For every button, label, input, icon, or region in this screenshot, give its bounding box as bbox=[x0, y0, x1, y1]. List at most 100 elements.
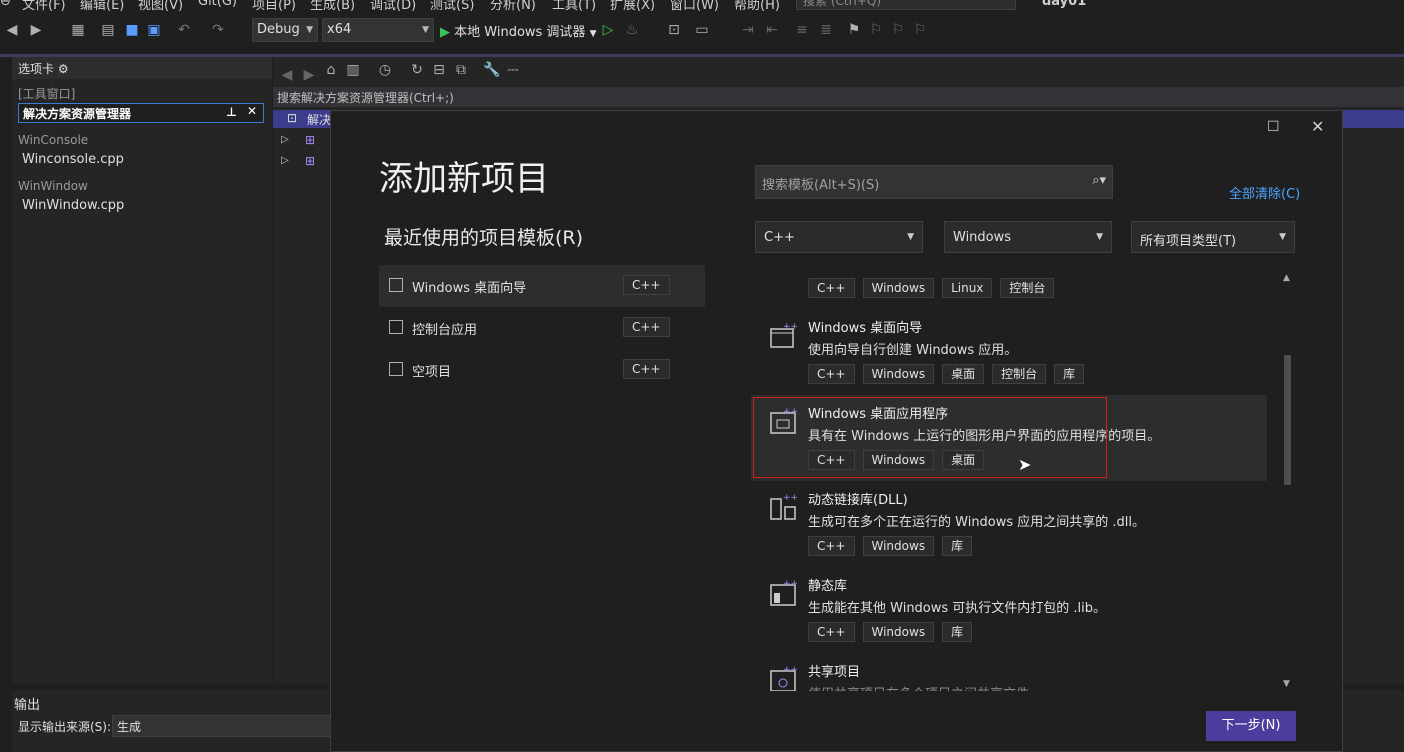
static-lib-icon: ++ bbox=[770, 579, 797, 606]
main-toolbar: ◀ ▶ ▦ ▤ ■ ▣ ↶ ↷ Debug ▼ x64 ▼ ▶ 本地 Windows… bbox=[0, 12, 1404, 54]
maximize-icon[interactable]: ☐ bbox=[1267, 119, 1280, 135]
uncomment-icon[interactable]: ≣ bbox=[818, 22, 834, 38]
menu-help[interactable]: 帮助(H) bbox=[734, 0, 780, 12]
template-static-lib[interactable]: ++ 静态库 生成能在其他 Windows 可执行文件内打包的 .lib。 C+… bbox=[751, 567, 1267, 653]
new-project-icon[interactable]: ▦ bbox=[70, 22, 86, 38]
tag: 桌面 bbox=[942, 364, 985, 384]
tag: Linux bbox=[942, 278, 993, 298]
chevron-down-icon: ▼ bbox=[422, 25, 429, 35]
next-bookmark-icon[interactable]: ⚐ bbox=[890, 22, 906, 38]
tool-window-group-label: [工具窗口] bbox=[18, 87, 76, 101]
scroll-up-icon[interactable]: ▲ bbox=[1283, 273, 1290, 283]
expand-arrow-icon[interactable]: ▷ bbox=[281, 155, 289, 166]
comment-icon[interactable]: ≡ bbox=[794, 22, 810, 38]
platform-select[interactable]: x64 ▼ bbox=[322, 18, 434, 42]
step-icon[interactable]: ⇥ bbox=[740, 22, 756, 38]
project-icon[interactable]: ⊞ bbox=[305, 133, 315, 147]
refresh-icon[interactable]: ↻ bbox=[409, 62, 425, 78]
menu-view[interactable]: 视图(V) bbox=[138, 0, 183, 12]
solution-explorer-search-input[interactable]: 搜索解决方案资源管理器(Ctrl+;) bbox=[273, 87, 1404, 107]
console-app-icon bbox=[389, 320, 403, 334]
menu-analyze[interactable]: 分析(N) bbox=[490, 0, 536, 12]
svg-text:++: ++ bbox=[783, 322, 797, 332]
save-all-icon[interactable]: ▣ bbox=[146, 22, 162, 38]
dialog-title: 添加新项目 bbox=[379, 159, 549, 199]
bookmark-icon[interactable]: ⚑ bbox=[846, 22, 862, 38]
language-tag: C++ bbox=[623, 359, 670, 379]
tab-solution-explorer[interactable]: 解决方案资源管理器 ⊥ ✕ bbox=[18, 103, 264, 123]
preview-icon[interactable]: ⎓ bbox=[505, 62, 521, 78]
gear-icon[interactable]: ⚙ bbox=[58, 62, 69, 76]
tab-file-winconsole[interactable]: Winconsole.cpp bbox=[22, 152, 124, 167]
language-filter-select[interactable]: C++ ▼ bbox=[755, 221, 923, 253]
chevron-down-icon: ▼ bbox=[1279, 232, 1286, 242]
switch-views-icon[interactable]: ▥ bbox=[345, 62, 361, 78]
template-shared-project[interactable]: ++ 共享项目 使用共享项目在多个项目之间共享文件。 bbox=[751, 653, 1267, 691]
step-over-icon[interactable]: ⇤ bbox=[764, 22, 780, 38]
clear-all-link[interactable]: 全部清除(C) bbox=[1229, 183, 1300, 202]
output-source-select[interactable]: 生成 bbox=[112, 715, 332, 737]
back-icon[interactable]: ⊖ bbox=[0, 0, 11, 9]
tag: C++ bbox=[808, 278, 855, 298]
template-search-input[interactable]: 搜索模板(Alt+S)(S) ⌕▾ bbox=[755, 165, 1113, 199]
save-icon[interactable]: ■ bbox=[124, 22, 140, 38]
menu-window[interactable]: 窗口(W) bbox=[670, 0, 719, 12]
forward-icon[interactable]: ▶ bbox=[28, 22, 44, 38]
run-without-debug-icon[interactable]: ▷ bbox=[600, 22, 616, 38]
menu-extensions[interactable]: 扩展(X) bbox=[610, 0, 655, 12]
template-dll[interactable]: ++ 动态链接库(DLL) 生成可在多个正在运行的 Windows 应用之间共享… bbox=[751, 481, 1267, 567]
open-folder-icon[interactable]: ▤ bbox=[100, 22, 116, 38]
menu-edit[interactable]: 编辑(E) bbox=[80, 0, 124, 12]
redo-icon[interactable]: ↷ bbox=[210, 22, 226, 38]
tag: C++ bbox=[808, 622, 855, 642]
scrollbar-thumb[interactable] bbox=[1284, 355, 1291, 485]
close-icon[interactable]: ✕ bbox=[1311, 117, 1324, 136]
home-icon[interactable]: ⌂ bbox=[323, 62, 339, 78]
collapse-all-icon[interactable]: ⊟ bbox=[431, 62, 447, 78]
menu-debug[interactable]: 调试(D) bbox=[370, 0, 416, 12]
expand-arrow-icon[interactable]: ▷ bbox=[281, 134, 289, 145]
layout-icon[interactable]: ▭ bbox=[694, 22, 710, 38]
prev-bookmark-icon[interactable]: ⚐ bbox=[868, 22, 884, 38]
back-icon[interactable]: ◀ bbox=[4, 22, 20, 38]
menu-git[interactable]: Git(G) bbox=[198, 0, 237, 9]
next-button[interactable]: 下一步(N) bbox=[1206, 711, 1296, 741]
tab-file-winwindow[interactable]: WinWindow.cpp bbox=[22, 198, 124, 213]
chevron-down-icon: ▼ bbox=[907, 232, 914, 242]
tabs-panel: 选项卡 ⚙ [工具窗口] 解决方案资源管理器 ⊥ ✕ WinConsole Wi… bbox=[12, 57, 272, 683]
configuration-select[interactable]: Debug ▼ bbox=[252, 18, 318, 42]
back-icon[interactable]: ◀ bbox=[279, 67, 295, 83]
recent-item-console-app[interactable]: 控制台应用 C++ bbox=[379, 307, 705, 349]
pending-changes-icon[interactable]: ◷ bbox=[377, 62, 393, 78]
project-type-filter-select[interactable]: 所有项目类型(T) ▼ bbox=[1131, 221, 1295, 253]
template-list-scrollbar[interactable]: ▲ ▼ bbox=[1281, 273, 1295, 693]
scroll-down-icon[interactable]: ▼ bbox=[1283, 679, 1290, 689]
platform-filter-select[interactable]: Windows ▼ bbox=[944, 221, 1112, 253]
hot-reload-icon[interactable]: ♨ bbox=[624, 22, 640, 38]
recent-item-empty-project[interactable]: 空项目 C++ bbox=[379, 349, 705, 391]
start-debug-button[interactable]: ▶ 本地 Windows 调试器 ▼ bbox=[440, 21, 597, 40]
pin-icon[interactable]: ⊥ bbox=[226, 105, 237, 119]
menu-test[interactable]: 测试(S) bbox=[430, 0, 474, 12]
menu-tools[interactable]: 工具(T) bbox=[552, 0, 596, 12]
clear-bookmark-icon[interactable]: ⚐ bbox=[912, 22, 928, 38]
menu-build[interactable]: 生成(B) bbox=[310, 0, 355, 12]
project-icon[interactable]: ⊞ bbox=[305, 154, 315, 168]
chevron-down-icon: ▼ bbox=[589, 29, 597, 39]
tag: 库 bbox=[942, 536, 973, 556]
template-desktop-wizard[interactable]: ++ Windows 桌面向导 使用向导自行创建 Windows 应用。 C++… bbox=[751, 309, 1267, 395]
show-all-files-icon[interactable]: ⧉ bbox=[453, 62, 469, 78]
recent-item-desktop-wizard[interactable]: Windows 桌面向导 C++ bbox=[379, 265, 705, 307]
menu-project[interactable]: 项目(P) bbox=[252, 0, 296, 12]
undo-icon[interactable]: ↶ bbox=[176, 22, 192, 38]
find-in-files-icon[interactable]: ⊡ bbox=[666, 22, 682, 38]
close-icon[interactable]: ✕ bbox=[247, 104, 257, 118]
tag: Windows bbox=[862, 536, 935, 556]
global-search-input[interactable]: 搜索 (Ctrl+Q) bbox=[796, 0, 1016, 10]
search-icon[interactable]: ⌕▾ bbox=[1092, 173, 1106, 188]
project-group-winconsole: WinConsole bbox=[18, 133, 89, 147]
forward-icon[interactable]: ▶ bbox=[301, 67, 317, 83]
tag: 库 bbox=[942, 622, 973, 642]
properties-icon[interactable]: 🔧 bbox=[483, 62, 500, 78]
menu-file[interactable]: 文件(F) bbox=[22, 0, 66, 12]
